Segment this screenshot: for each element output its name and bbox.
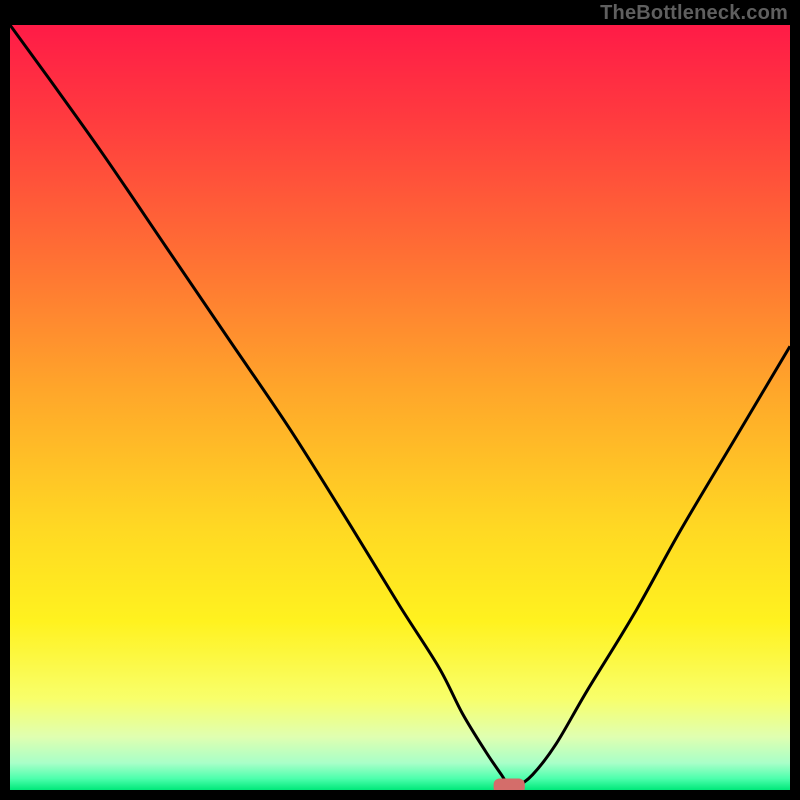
optimal-marker <box>494 779 525 790</box>
chart-frame <box>10 25 790 790</box>
watermark-text: TheBottleneck.com <box>600 2 788 25</box>
bottleneck-chart <box>10 25 790 790</box>
gradient-background <box>10 25 790 790</box>
